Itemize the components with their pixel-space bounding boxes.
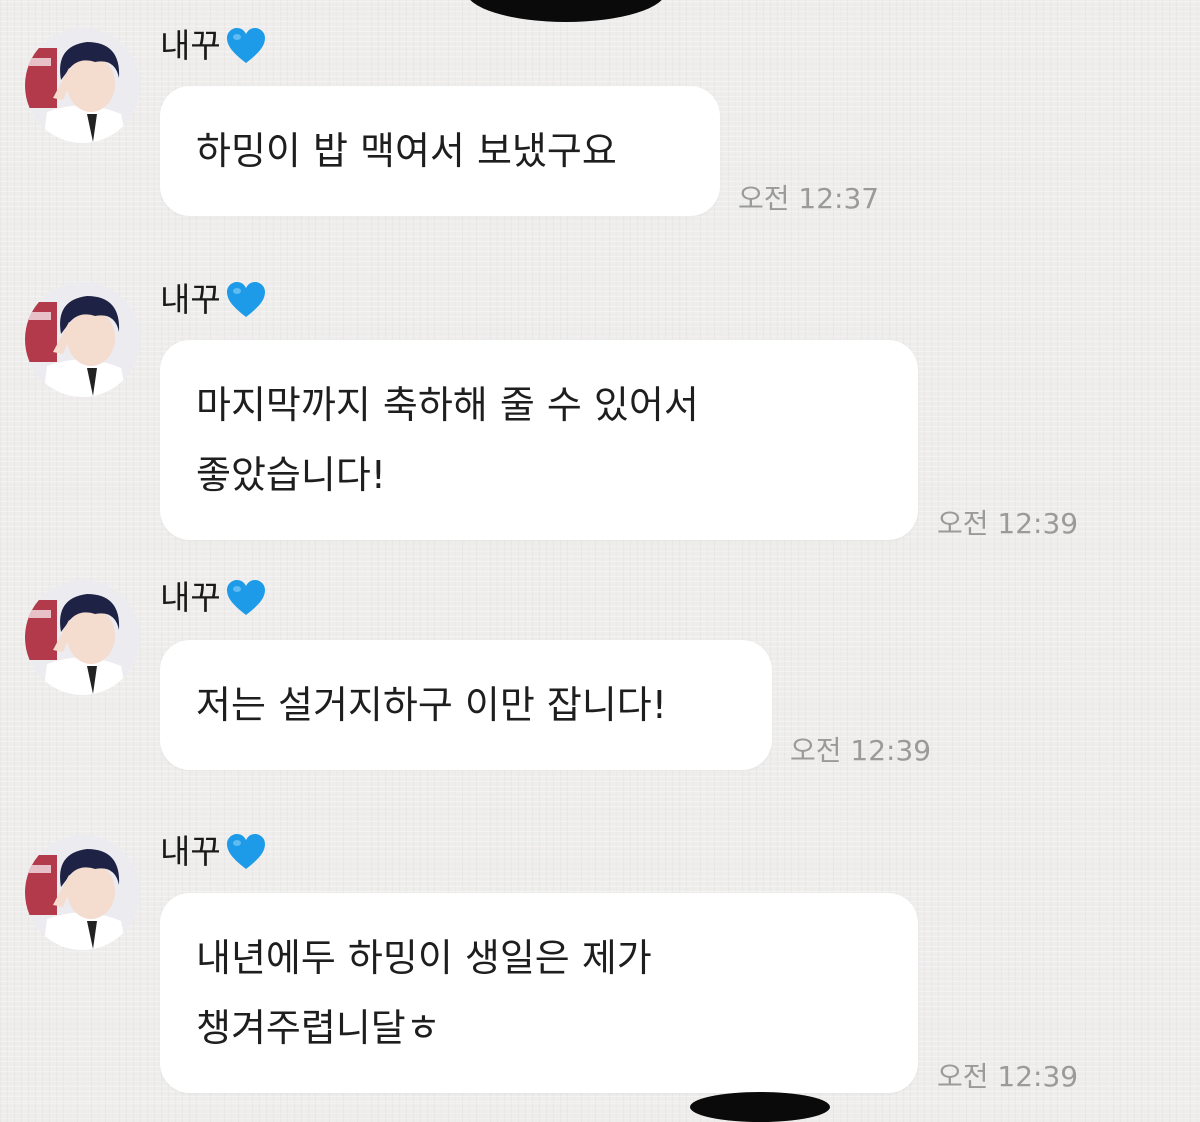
- message-time: 오전 12:39: [790, 734, 932, 767]
- message-text: 저는 설거지하구 이만 잡니다!: [196, 683, 667, 727]
- message-time: 오전 12:37: [738, 182, 880, 215]
- message-text-line: 챙겨주렵니달ㅎ: [196, 1006, 441, 1050]
- sender-name: 내꾸: [160, 578, 221, 617]
- message-bubble[interactable]: 하밍이 밥 맥여서 보냈구요: [160, 86, 720, 216]
- blue-heart-icon: [226, 580, 265, 615]
- sender-name-row: 내꾸: [160, 280, 267, 320]
- message-text-line: 내년에두 하밍이 생일은 제가: [196, 936, 652, 980]
- message-bubble[interactable]: 마지막까지 축하해 줄 수 있어서 좋았습니다!: [160, 340, 918, 540]
- sender-name: 내꾸: [160, 280, 221, 319]
- bottom-dark-blob: [690, 1092, 830, 1122]
- message-time: 오전 12:39: [937, 1060, 1079, 1093]
- message-text-line: 마지막까지 축하해 줄 수 있어서: [196, 383, 699, 427]
- avatar-image: [25, 282, 140, 397]
- avatar-image: [25, 580, 140, 695]
- blue-heart-icon: [226, 834, 265, 869]
- avatar[interactable]: [25, 28, 140, 143]
- message-time: 오전 12:39: [937, 507, 1079, 540]
- sender-name-row: 내꾸: [160, 26, 267, 66]
- avatar-image: [25, 835, 140, 950]
- message-bubble[interactable]: 내년에두 하밍이 생일은 제가 챙겨주렵니달ㅎ: [160, 893, 918, 1093]
- avatar-image: [25, 28, 140, 143]
- avatar[interactable]: [25, 580, 140, 695]
- sender-name: 내꾸: [160, 26, 221, 65]
- message-text: 하밍이 밥 맥여서 보냈구요: [196, 129, 617, 173]
- blue-heart-icon: [226, 282, 265, 317]
- avatar[interactable]: [25, 835, 140, 950]
- top-dark-blob: [466, 0, 666, 22]
- avatar[interactable]: [25, 282, 140, 397]
- sender-name: 내꾸: [160, 832, 221, 871]
- message-bubble[interactable]: 저는 설거지하구 이만 잡니다!: [160, 640, 772, 770]
- blue-heart-icon: [226, 28, 265, 63]
- message-text-line: 좋았습니다!: [196, 453, 387, 497]
- sender-name-row: 내꾸: [160, 832, 267, 872]
- sender-name-row: 내꾸: [160, 578, 267, 618]
